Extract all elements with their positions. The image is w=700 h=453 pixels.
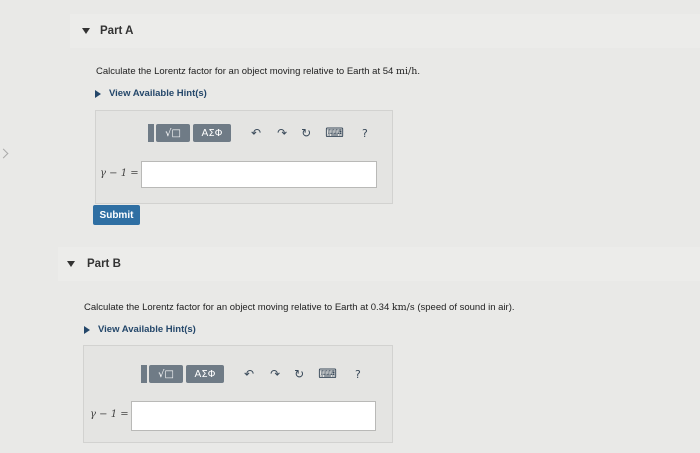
part-a-hint-link[interactable]: View Available Hint(s) xyxy=(95,88,207,99)
caret-right-icon xyxy=(84,325,90,334)
question-text: Calculate the Lorentz factor for an obje… xyxy=(84,302,392,313)
undo-icon[interactable]: ↶ xyxy=(244,367,254,381)
templates-button[interactable]: √□ xyxy=(156,124,190,142)
keyboard-icon[interactable]: ⌨ xyxy=(318,367,337,382)
question-text: Calculate the Lorentz factor for an obje… xyxy=(96,66,396,77)
part-a-header[interactable]: Part A xyxy=(70,14,700,48)
template-marker-icon xyxy=(141,365,147,383)
part-a-submit-button[interactable]: Submit xyxy=(93,205,140,225)
question-suffix: . xyxy=(417,66,420,77)
undo-icon[interactable]: ↶ xyxy=(251,126,261,140)
help-icon[interactable]: ? xyxy=(362,127,368,140)
part-b-header[interactable]: Part B xyxy=(58,247,700,281)
part-b-answer-input[interactable] xyxy=(131,401,376,431)
hint-label: View Available Hint(s) xyxy=(98,324,196,335)
part-a-equation-toolbar: √□ ΑΣΦ ↶ ↷ ↻ ⌨ ? xyxy=(148,124,368,142)
left-edge-chevron-icon xyxy=(0,148,9,159)
part-b-input-label: γ − 1 = xyxy=(90,409,129,420)
templates-button[interactable]: √□ xyxy=(149,365,183,383)
caret-right-icon xyxy=(95,89,101,98)
part-a-question: Calculate the Lorentz factor for an obje… xyxy=(96,66,420,77)
greek-symbols-button[interactable]: ΑΣΦ xyxy=(186,365,224,383)
question-suffix: (speed of sound in air). xyxy=(414,302,515,313)
part-b-question: Calculate the Lorentz factor for an obje… xyxy=(84,302,515,313)
question-unit: mi/h xyxy=(395,66,418,77)
part-a-title: Part A xyxy=(100,25,134,37)
part-a-input-label: γ − 1 = xyxy=(100,168,139,179)
part-b-equation-toolbar: √□ ΑΣΦ ↶ ↷ ↻ ⌨ ? xyxy=(141,365,361,383)
caret-down-icon xyxy=(82,28,90,34)
help-icon[interactable]: ? xyxy=(355,368,361,381)
redo-icon[interactable]: ↷ xyxy=(270,367,280,381)
part-a-answer-input[interactable] xyxy=(141,161,377,188)
keyboard-icon[interactable]: ⌨ xyxy=(325,126,344,141)
part-b-title: Part B xyxy=(87,258,121,270)
part-b-hint-link[interactable]: View Available Hint(s) xyxy=(84,324,196,335)
question-unit: km/s xyxy=(391,302,415,313)
caret-down-icon xyxy=(67,261,75,267)
greek-symbols-button[interactable]: ΑΣΦ xyxy=(193,124,231,142)
hint-label: View Available Hint(s) xyxy=(109,88,207,99)
redo-icon[interactable]: ↷ xyxy=(277,126,287,140)
reset-icon[interactable]: ↻ xyxy=(294,367,304,381)
reset-icon[interactable]: ↻ xyxy=(301,126,311,140)
template-marker-icon xyxy=(148,124,154,142)
